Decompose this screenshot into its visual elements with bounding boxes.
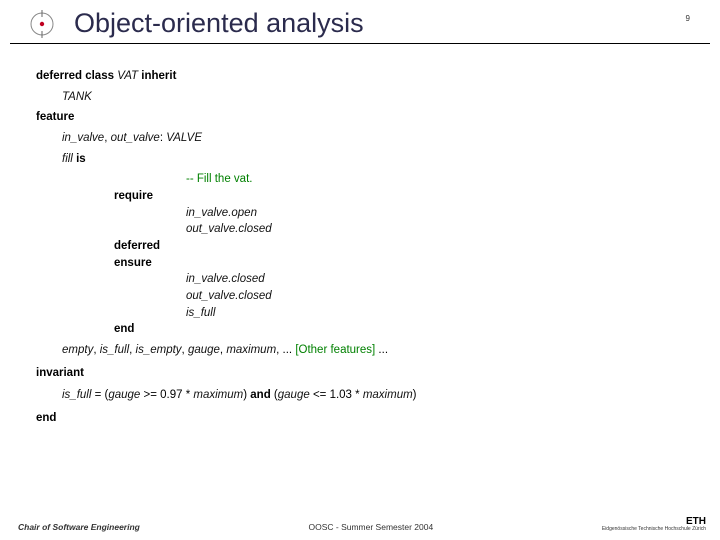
slide-footer: Chair of Software Engineering OOSC - Sum…	[0, 517, 720, 532]
require-kw: require	[114, 188, 186, 205]
valve-decl: in_valve, out_valve: VALVE	[36, 130, 684, 147]
precond-2: out_valve.closed	[186, 221, 684, 238]
ensure-kw: ensure	[114, 255, 186, 272]
postcond-1: in_valve.closed	[186, 271, 684, 288]
deferred-class-kw: deferred class	[36, 70, 114, 82]
class-decl: deferred class VAT inherit	[36, 68, 684, 85]
precond-1: in_valve.open	[186, 205, 684, 222]
comment: -- Fill the vat.	[186, 171, 684, 188]
other-features: empty, is_full, is_empty, gauge, maximum…	[36, 342, 684, 359]
final-end: end	[36, 410, 684, 427]
footer-course: OOSC - Summer Semester 2004	[309, 522, 434, 532]
fill-decl: fill is	[36, 151, 684, 168]
deferred-kw: deferred	[114, 238, 186, 255]
slide-body: deferred class VAT inherit TANK feature …	[0, 44, 720, 427]
eth-subtext: Eidgenössische Technische Hochschule Zür…	[602, 527, 706, 532]
slide-header: Object-oriented analysis 9	[10, 0, 710, 44]
invariant-kw: invariant	[36, 365, 684, 382]
bullet-icon	[28, 10, 56, 38]
postcond-2: out_valve.closed	[186, 288, 684, 305]
fill-body: -- Fill the vat. require in_valve.open o…	[36, 171, 684, 338]
invariant-expr: is_full = (gauge >= 0.97 * maximum) and …	[36, 387, 684, 404]
eth-logo: ETH Eidgenössische Technische Hochschule…	[602, 517, 706, 532]
end-kw: end	[114, 321, 186, 338]
page-number: 9	[686, 14, 690, 23]
parent-class: TANK	[36, 89, 684, 106]
class-name: VAT	[117, 70, 138, 82]
feature-kw: feature	[36, 109, 684, 126]
inherit-kw: inherit	[141, 70, 176, 82]
postcond-3: is_full	[186, 305, 684, 322]
footer-chair: Chair of Software Engineering	[18, 522, 140, 532]
slide-title: Object-oriented analysis	[74, 8, 686, 39]
